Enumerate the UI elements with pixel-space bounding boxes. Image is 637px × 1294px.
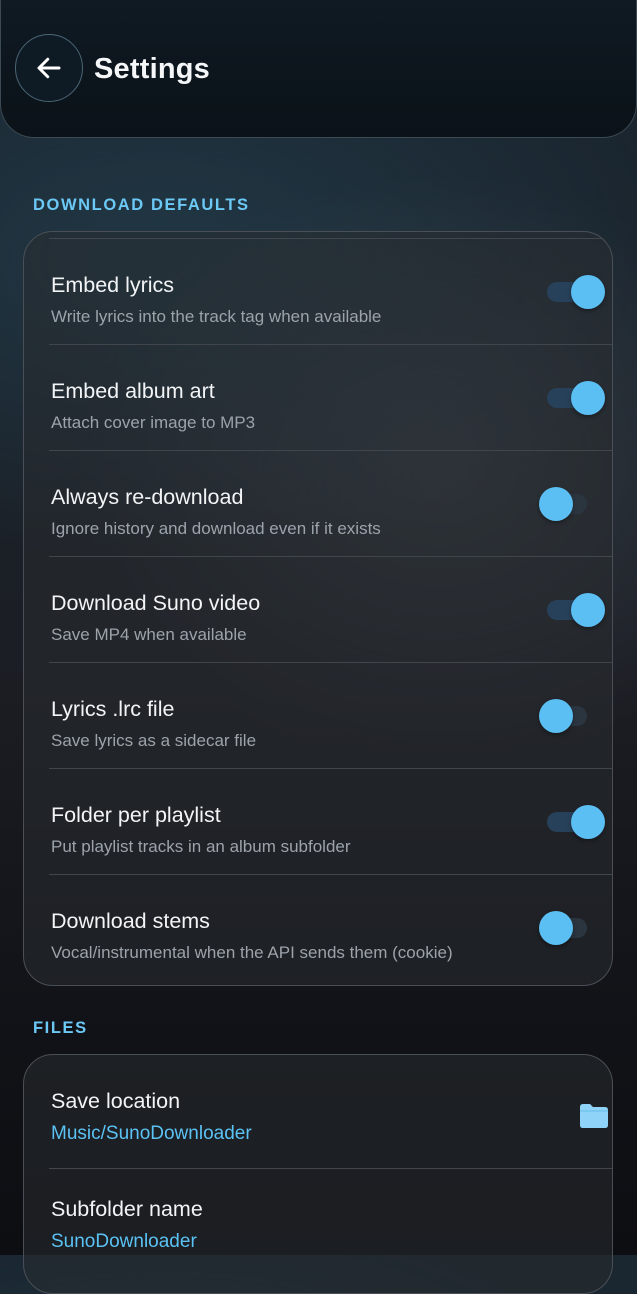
save-location-value: Music/SunoDownloader xyxy=(51,1123,252,1144)
setting-title: Embed lyrics xyxy=(51,273,175,297)
setting-subtitle: Write lyrics into the track tag when ava… xyxy=(51,307,382,326)
embed-lyrics-toggle[interactable] xyxy=(539,274,605,309)
download-defaults-card: Embed lyrics Write lyrics into the track… xyxy=(23,231,613,986)
setting-subtitle: Vocal/instrumental when the API sends th… xyxy=(51,943,453,962)
subfolder-name-value: SunoDownloader xyxy=(51,1231,197,1252)
setting-title: Save location xyxy=(51,1089,181,1113)
setting-title: Download stems xyxy=(51,909,210,933)
setting-subtitle: Put playlist tracks in an album subfolde… xyxy=(51,837,351,856)
setting-title: Always re-download xyxy=(51,485,244,509)
choose-folder-button[interactable] xyxy=(579,1103,612,1131)
setting-row-save-location[interactable]: Save location Music/SunoDownloader xyxy=(49,1055,612,1169)
setting-title: Lyrics .lrc file xyxy=(51,697,175,721)
setting-title: Subfolder name xyxy=(51,1197,203,1221)
app-bar: Settings xyxy=(0,0,637,138)
setting-subtitle: Attach cover image to MP3 xyxy=(51,413,256,432)
embed-album-art-toggle[interactable] xyxy=(539,380,605,415)
setting-row-subfolder-name[interactable]: Subfolder name SunoDownloader xyxy=(49,1169,612,1279)
download-suno-video-toggle[interactable] xyxy=(539,592,605,627)
page-title: Settings xyxy=(94,53,210,85)
setting-subtitle: Ignore history and download even if it e… xyxy=(51,519,381,538)
setting-subtitle: Save lyrics as a sidecar file xyxy=(51,731,257,750)
setting-row-always-redownload[interactable]: Always re-download Ignore history and do… xyxy=(49,451,612,557)
section-header-download-defaults: DOWNLOAD DEFAULTS xyxy=(33,196,250,214)
setting-row-download-suno-video[interactable]: Download Suno video Save MP4 when availa… xyxy=(49,557,612,663)
setting-title: Download Suno video xyxy=(51,591,261,615)
download-stems-toggle[interactable] xyxy=(539,911,595,945)
always-redownload-toggle[interactable] xyxy=(539,486,595,521)
setting-row-embed-album-art[interactable]: Embed album art Attach cover image to MP… xyxy=(49,345,612,451)
folder-icon xyxy=(580,1104,608,1128)
card-top-divider xyxy=(49,232,612,239)
setting-row-folder-per-playlist[interactable]: Folder per playlist Put playlist tracks … xyxy=(49,769,612,875)
setting-row-download-stems[interactable]: Download stems Vocal/instrumental when t… xyxy=(49,875,612,981)
section-header-files: FILES xyxy=(33,1019,88,1037)
arrow-back-icon xyxy=(37,57,61,79)
setting-title: Folder per playlist xyxy=(51,803,221,827)
setting-title: Embed album art xyxy=(51,379,215,403)
files-card: Save location Music/SunoDownloader Subfo… xyxy=(23,1054,613,1294)
back-button[interactable] xyxy=(15,34,83,102)
lyrics-lrc-file-toggle[interactable] xyxy=(539,698,595,733)
setting-row-lyrics-lrc-file[interactable]: Lyrics .lrc file Save lyrics as a sideca… xyxy=(49,663,612,769)
setting-subtitle: Save MP4 when available xyxy=(51,625,247,644)
setting-row-embed-lyrics[interactable]: Embed lyrics Write lyrics into the track… xyxy=(49,239,612,345)
folder-per-playlist-toggle[interactable] xyxy=(539,804,605,839)
